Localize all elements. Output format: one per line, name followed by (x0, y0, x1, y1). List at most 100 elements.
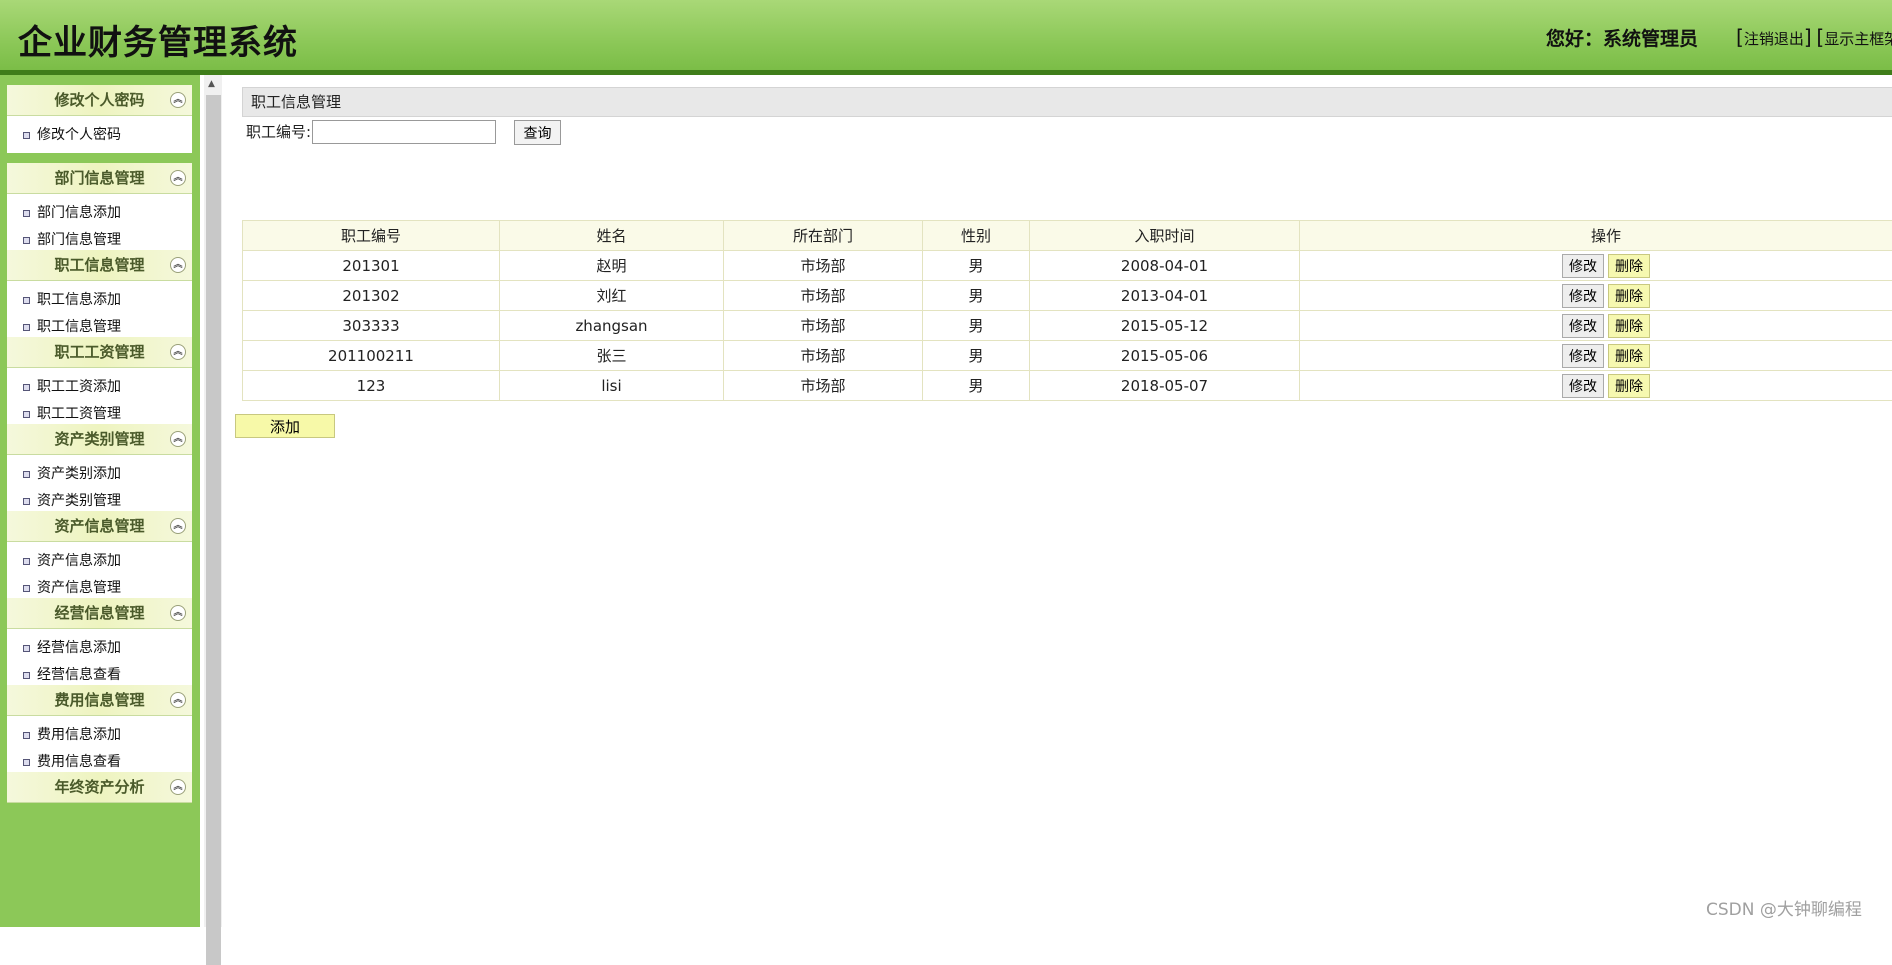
sidebar-item[interactable]: 职工工资添加 (7, 374, 192, 401)
sidebar-item-label: 修改个人密码 (37, 127, 121, 143)
sidebar-item-label: 费用信息添加 (37, 727, 121, 743)
cell-name: 赵明 (500, 251, 724, 281)
collapse-icon[interactable]: ︽ (170, 605, 186, 621)
sidebar-group-items: 资产信息添加资产信息管理 (7, 542, 192, 606)
sidebar-group-header[interactable]: 年终资产分析︽ (7, 772, 192, 803)
col-header-hire-date: 入职时间 (1030, 221, 1300, 251)
user-greeting: 您好：系统管理员 (1546, 24, 1698, 51)
sidebar-group-title: 修改个人密码 (54, 91, 144, 109)
bullet-icon (23, 132, 30, 139)
collapse-icon[interactable]: ︽ (170, 257, 186, 273)
logout-link[interactable]: 注销退出 (1744, 30, 1804, 48)
cell-employee-id: 123 (243, 371, 500, 401)
delete-button[interactable]: 删除 (1608, 254, 1650, 278)
cell-department: 市场部 (724, 281, 923, 311)
sidebar-item[interactable]: 经营信息添加 (7, 635, 192, 662)
delete-button[interactable]: 删除 (1608, 314, 1650, 338)
employee-id-search-input[interactable] (312, 120, 496, 144)
edit-button[interactable]: 修改 (1562, 344, 1604, 368)
panel-title: 职工信息管理 (242, 87, 1892, 117)
sidebar-group-items: 职工信息添加职工信息管理 (7, 281, 192, 345)
bullet-icon (23, 471, 30, 478)
sidebar-group-title: 职工工资管理 (54, 343, 144, 361)
sidebar-scrollbar[interactable]: ▲ (204, 75, 222, 927)
sidebar-item[interactable]: 部门信息添加 (7, 200, 192, 227)
scroll-thumb[interactable] (206, 95, 221, 965)
cell-actions: 修改删除 (1300, 371, 1892, 401)
search-label: 职工编号: (246, 123, 311, 141)
collapse-icon[interactable]: ︽ (170, 779, 186, 795)
sidebar-item[interactable]: 资产类别添加 (7, 461, 192, 488)
table-row: 123lisi市场部男2018-05-07修改删除 (243, 371, 1892, 401)
sidebar-group-header[interactable]: 资产类别管理 ︽ (7, 424, 192, 455)
scroll-up-arrow-icon[interactable]: ▲ (208, 79, 215, 89)
cell-name: zhangsan (500, 311, 724, 341)
sidebar-item-label: 资产信息管理 (37, 580, 121, 596)
bullet-icon (23, 411, 30, 418)
cell-name: 张三 (500, 341, 724, 371)
toggle-frame-link[interactable]: 显示主框架 (1824, 30, 1892, 48)
sidebar-item-label: 部门信息管理 (37, 232, 121, 248)
employee-table: 职工编号 姓名 所在部门 性别 入职时间 操作 201301赵明市场部男2008… (242, 220, 1892, 401)
cell-gender: 男 (923, 281, 1030, 311)
cell-gender: 男 (923, 311, 1030, 341)
sidebar-group-title: 资产信息管理 (54, 517, 144, 535)
sidebar-group-header[interactable]: 修改个人密码 ︽ (7, 85, 192, 116)
sidebar-group: 修改个人密码 ︽ 修改个人密码 (7, 85, 192, 153)
cell-name: lisi (500, 371, 724, 401)
cell-hire-date: 2008-04-01 (1030, 251, 1300, 281)
collapse-icon[interactable]: ︽ (170, 431, 186, 447)
sidebar-group: 资产信息管理︽资产信息添加资产信息管理 (7, 511, 192, 606)
sidebar-item[interactable]: 修改个人密码 (7, 122, 192, 149)
sidebar-group-header[interactable]: 费用信息管理 ︽ (7, 685, 192, 716)
sidebar-group-header[interactable]: 资产信息管理 ︽ (7, 511, 192, 542)
edit-button[interactable]: 修改 (1562, 314, 1604, 338)
collapse-icon[interactable]: ︽ (170, 344, 186, 360)
bullet-icon (23, 384, 30, 391)
cell-employee-id: 201100211 (243, 341, 500, 371)
sidebar-group-header[interactable]: 部门信息管理︽ (7, 163, 192, 194)
bullet-icon (23, 732, 30, 739)
collapse-icon[interactable]: ︽ (170, 692, 186, 708)
sidebar-group-items: 费用信息添加费用信息查看 (7, 716, 192, 780)
cell-employee-id: 201302 (243, 281, 500, 311)
sidebar-item-label: 资产类别管理 (37, 493, 121, 509)
sidebar-group-items: 职工工资添加职工工资管理 (7, 368, 192, 432)
sidebar-item[interactable]: 职工信息添加 (7, 287, 192, 314)
sidebar-group-title: 费用信息管理 (54, 691, 144, 709)
col-header-employee-id: 职工编号 (243, 221, 500, 251)
table-row: 201302刘红市场部男2013-04-01修改删除 (243, 281, 1892, 311)
add-employee-button[interactable]: 添加 (235, 414, 335, 438)
sidebar-item-label: 资产类别添加 (37, 466, 121, 482)
bullet-icon (23, 672, 30, 679)
delete-button[interactable]: 删除 (1608, 344, 1650, 368)
sidebar-item-label: 经营信息添加 (37, 640, 121, 656)
bullet-icon (23, 585, 30, 592)
col-header-name: 姓名 (500, 221, 724, 251)
collapse-icon[interactable]: ︽ (170, 92, 186, 108)
edit-button[interactable]: 修改 (1562, 254, 1604, 278)
cell-hire-date: 2013-04-01 (1030, 281, 1300, 311)
delete-button[interactable]: 删除 (1608, 374, 1650, 398)
cell-department: 市场部 (724, 251, 923, 281)
sidebar-group-header[interactable]: 职工工资管理 ︽ (7, 337, 192, 368)
edit-button[interactable]: 修改 (1562, 374, 1604, 398)
collapse-icon[interactable]: ︽ (170, 170, 186, 186)
bullet-icon (23, 498, 30, 505)
edit-button[interactable]: 修改 (1562, 284, 1604, 308)
sidebar-group-title: 资产类别管理 (54, 430, 144, 448)
sidebar-group-items: 部门信息添加部门信息管理 (7, 194, 192, 258)
cell-gender: 男 (923, 251, 1030, 281)
sidebar-item[interactable]: 资产信息添加 (7, 548, 192, 575)
cell-actions: 修改删除 (1300, 341, 1892, 371)
collapse-icon[interactable]: ︽ (170, 518, 186, 534)
sidebar-group-header[interactable]: 经营信息管理︽ (7, 598, 192, 629)
cell-department: 市场部 (724, 371, 923, 401)
app-title: 企业财务管理系统 (18, 15, 298, 64)
bullet-icon (23, 558, 30, 565)
search-button[interactable]: 查询 (514, 120, 561, 145)
delete-button[interactable]: 删除 (1608, 284, 1650, 308)
sidebar-group-header[interactable]: 职工信息管理︽ (7, 250, 192, 281)
bullet-icon (23, 759, 30, 766)
sidebar-item[interactable]: 费用信息添加 (7, 722, 192, 749)
